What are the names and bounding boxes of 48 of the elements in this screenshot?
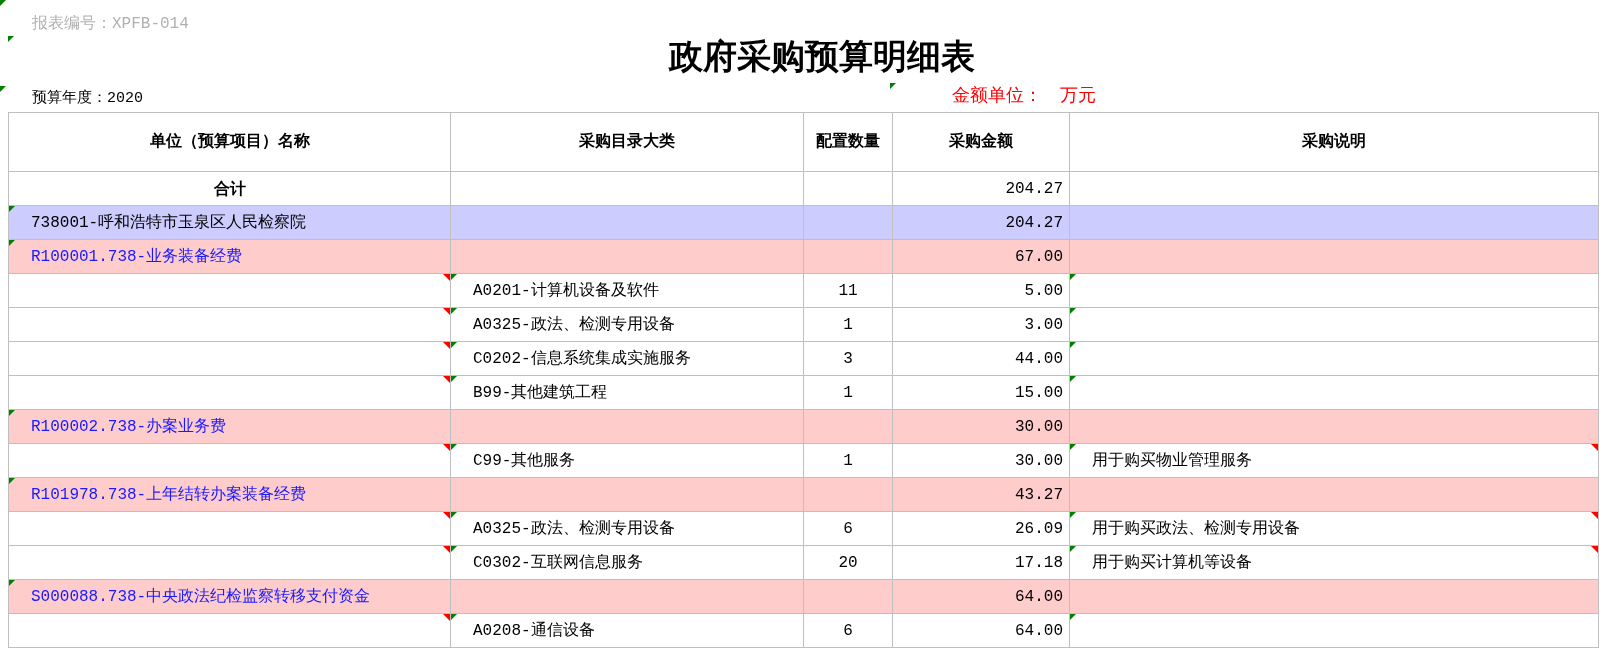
column-header: 采购目录大类	[450, 112, 804, 172]
amount-text: 26.09	[1015, 519, 1063, 538]
category-text: C0202-信息系统集成实施服务	[473, 349, 691, 368]
report-number: 报表编号：XPFB-014	[32, 15, 189, 33]
quantity-text: 1	[843, 451, 853, 470]
unit-name: 合计	[213, 177, 246, 200]
column-header: 采购说明	[1069, 112, 1599, 172]
column-header: 采购金额	[892, 112, 1070, 172]
budget-year: 预算年度：2020	[32, 89, 143, 107]
unit-name: R100001.738-业务装备经费	[31, 247, 243, 266]
amount-text: 30.00	[1015, 451, 1063, 470]
amount-text: 67.00	[1015, 247, 1063, 266]
category-text: C0302-互联网信息服务	[473, 553, 643, 572]
unit-name: R100002.738-办案业务费	[31, 417, 227, 436]
category-text: A0325-政法、检测专用设备	[473, 315, 675, 334]
category-text: A0201-计算机设备及软件	[473, 281, 659, 300]
amount-text: 44.00	[1015, 349, 1063, 368]
unit-name: 738001-呼和浩特市玉泉区人民检察院	[31, 213, 307, 232]
unit-name: S000088.738-中央政法纪检监察转移支付资金	[31, 587, 371, 606]
quantity-text: 1	[843, 315, 853, 334]
quantity-text: 6	[843, 621, 853, 640]
category-text: A0208-通信设备	[473, 621, 595, 640]
quantity-text: 6	[843, 519, 853, 538]
description-text: 用于购买计算机等设备	[1092, 553, 1252, 572]
amount-text: 15.00	[1015, 383, 1063, 402]
amount-text: 5.00	[1024, 281, 1063, 300]
unit-name: R101978.738-上年结转办案装备经费	[31, 485, 307, 504]
amount-text: 64.00	[1015, 621, 1063, 640]
amount-text: 204.27	[1005, 179, 1063, 198]
category-text: A0325-政法、检测专用设备	[473, 519, 675, 538]
quantity-text: 3	[843, 349, 853, 368]
amount-text: 17.18	[1015, 553, 1063, 572]
description-text: 用于购买政法、检测专用设备	[1092, 519, 1300, 538]
amount-text: 30.00	[1015, 417, 1063, 436]
category-text: B99-其他建筑工程	[473, 383, 608, 402]
category-text: C99-其他服务	[473, 451, 576, 470]
column-header: 配置数量	[803, 112, 893, 172]
quantity-text: 1	[843, 383, 853, 402]
amount-unit: 金额单位： 万元	[952, 86, 1096, 106]
report-title: 政府采购预算明细表	[669, 38, 975, 78]
amount-text: 43.27	[1015, 485, 1063, 504]
description-text: 用于购买物业管理服务	[1092, 451, 1252, 470]
quantity-text: 20	[838, 553, 858, 572]
amount-text: 64.00	[1015, 587, 1063, 606]
column-header: 单位（预算项目）名称	[8, 112, 451, 172]
amount-text: 204.27	[1005, 213, 1063, 232]
amount-text: 3.00	[1024, 315, 1063, 334]
quantity-text: 11	[838, 281, 858, 300]
